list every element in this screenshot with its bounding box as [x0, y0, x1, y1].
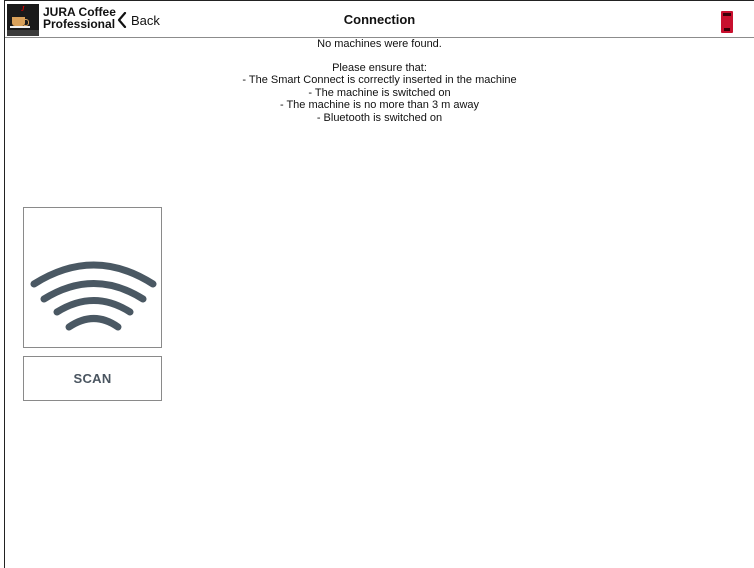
- header-bar: J JURA Coffee Professional Back Connecti…: [5, 1, 754, 38]
- checklist-item: - The machine is no more than 3 m away: [279, 99, 480, 111]
- connection-messages: No machines were found. Please ensure th…: [5, 38, 754, 124]
- scan-panel[interactable]: [23, 207, 162, 348]
- page-title: Connection: [343, 12, 416, 27]
- checklist-item: - The machine is switched on: [308, 86, 451, 99]
- scan-button-label: SCAN: [73, 371, 112, 386]
- checklist-item: - The Smart Connect is correctly inserte…: [242, 74, 517, 86]
- smart-connect-device-icon[interactable]: [721, 11, 733, 33]
- wireless-signal-icon: [30, 261, 157, 331]
- instructions-intro: Please ensure that:: [332, 61, 427, 74]
- scan-button[interactable]: SCAN: [23, 356, 162, 401]
- status-message: No machines were found.: [317, 38, 442, 50]
- app-window: J JURA Coffee Professional Back Connecti…: [4, 0, 754, 568]
- checklist-item: - Bluetooth is switched on: [316, 111, 443, 124]
